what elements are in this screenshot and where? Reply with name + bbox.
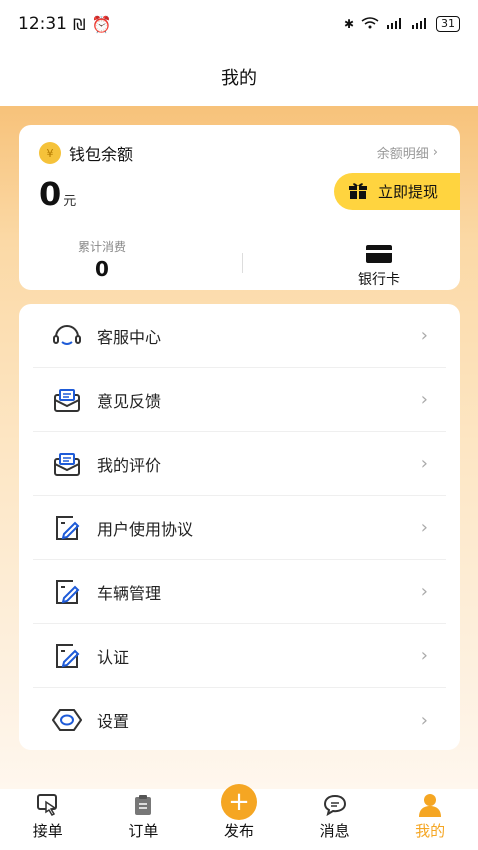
tab-label: 订单 [128, 822, 159, 840]
wallet-title: 钱包余额 [69, 145, 134, 164]
alarm-icon: ⏰ [91, 14, 112, 34]
wifi-icon [361, 16, 379, 32]
wallet-header: ¥ 钱包余额 [39, 141, 133, 165]
bank-card-icon [366, 245, 392, 263]
status-time: 12:31 [18, 14, 67, 34]
balance-unit: 元 [63, 194, 77, 209]
signal-icon-2 [411, 17, 429, 32]
nfc-icon: ₪ [73, 14, 86, 34]
tab-take-order[interactable]: 接单 [8, 792, 88, 841]
total-spend-label: 累计消费 [77, 240, 126, 254]
chevron-right-icon: › [420, 645, 428, 666]
take-order-icon [35, 792, 61, 818]
bluetooth-icon: ✱ [343, 17, 354, 31]
menu-item-label: 客服中心 [97, 327, 162, 347]
chevron-right-icon: › [420, 325, 428, 346]
message-icon [322, 792, 348, 818]
headset-icon [51, 320, 83, 352]
balance-amount: 0 [39, 175, 62, 213]
tab-messages[interactable]: 消息 [295, 792, 375, 841]
menu-item-label: 设置 [97, 712, 130, 731]
bank-card-label: 银行卡 [358, 272, 400, 288]
tab-orders[interactable]: 订单 [103, 792, 183, 841]
withdraw-label: 立即提现 [378, 183, 439, 201]
wallet-card: ¥ 钱包余额 余额明细 › 0 元 立即提现 累计消费 0 银行卡 [19, 125, 460, 290]
total-spend: 累计消费 0 [65, 238, 139, 281]
menu-item-feedback[interactable]: 意见反馈 › [33, 368, 446, 432]
settings-icon [51, 704, 83, 736]
total-spend-value: 0 [95, 257, 109, 281]
menu-item-label: 意见反馈 [97, 391, 162, 411]
page-title: 我的 [221, 68, 257, 89]
coin-icon: ¥ [39, 142, 61, 164]
chevron-right-icon: › [420, 389, 428, 410]
feedback-icon [51, 384, 83, 416]
bottom-tab-bar: 接单 订单 + 发布 消息 我的 [0, 784, 478, 850]
menu-item-customer-service[interactable]: 客服中心 › [33, 304, 446, 368]
tab-label: 我的 [415, 822, 446, 840]
review-icon [51, 448, 83, 480]
menu-item-label: 用户使用协议 [97, 519, 194, 539]
tab-publish[interactable]: + 发布 [199, 784, 279, 841]
menu-item-label: 认证 [97, 647, 130, 667]
chevron-right-icon: › [420, 453, 428, 474]
menu-card: 客服中心 › 意见反馈 › 我的评价 › 用户使用协议 › 车辆管理 › 认证 … [19, 304, 460, 750]
profile-icon [417, 792, 443, 818]
menu-item-label: 车辆管理 [97, 583, 162, 603]
menu-item-settings[interactable]: 设置 › [33, 688, 446, 752]
page-title-bar: 我的 [0, 48, 478, 106]
menu-item-certification[interactable]: 认证 › [33, 624, 446, 688]
withdraw-button[interactable]: 立即提现 [334, 173, 460, 210]
plus-icon: + [220, 784, 257, 820]
chevron-right-icon: › [432, 145, 438, 160]
signal-icon [386, 17, 404, 32]
menu-item-my-reviews[interactable]: 我的评价 › [33, 432, 446, 496]
menu-item-user-agreement[interactable]: 用户使用协议 › [33, 496, 446, 560]
menu-item-label: 我的评价 [97, 455, 162, 475]
balance-detail-link[interactable]: 余额明细 › [377, 143, 438, 162]
bank-card-button[interactable]: 银行卡 [339, 245, 419, 289]
chevron-right-icon: › [420, 581, 428, 602]
tab-label: 发布 [223, 822, 254, 840]
balance-display: 0 元 [39, 175, 76, 213]
status-bar: 12:31 ₪ ⏰ ✱ 31 [0, 0, 478, 48]
gift-icon [348, 181, 368, 203]
agreement-icon [51, 512, 83, 544]
tab-label: 消息 [319, 822, 350, 840]
tab-profile[interactable]: 我的 [390, 792, 470, 841]
battery-icon: 31 [436, 16, 460, 32]
tab-label: 接单 [32, 822, 63, 840]
menu-item-vehicle-management[interactable]: 车辆管理 › [33, 560, 446, 624]
balance-detail-label: 余额明细 [376, 147, 429, 162]
orders-icon [130, 792, 156, 818]
chevron-right-icon: › [420, 517, 428, 538]
chevron-right-icon: › [420, 709, 428, 731]
vehicle-icon [51, 576, 83, 608]
certification-icon [51, 640, 83, 672]
divider [242, 253, 243, 273]
